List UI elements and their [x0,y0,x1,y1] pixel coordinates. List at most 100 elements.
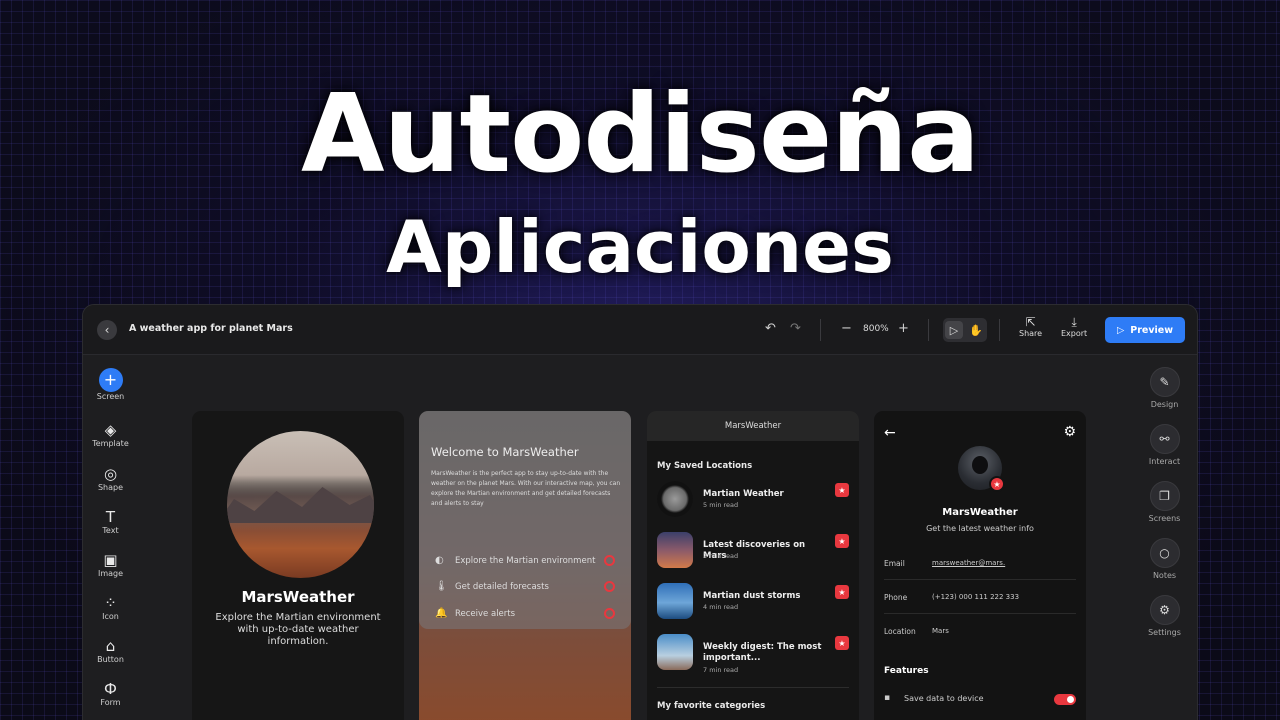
location-value: Mars [932,627,949,635]
tool-label: Template [92,439,129,448]
save-icon: ▪ [884,693,891,703]
mars-landscape-image [227,431,374,578]
preview-button[interactable]: ▷ Preview [1105,317,1185,343]
tool-label: Form [100,698,121,707]
thermometer-icon: 🌡 [435,581,448,592]
tool-template[interactable]: ◈ Template [83,421,138,448]
features-heading: Features [884,666,929,676]
feature-label: Explore the Martian environment [455,555,596,566]
zoom-out-button[interactable]: − [841,321,852,336]
panel-design[interactable]: ✎ Design [1132,367,1197,409]
star-icon: ★ [989,476,1005,492]
mode-toggle: ▷ ✋ [943,318,987,342]
welcome-title: Welcome to MarsWeather [431,445,579,459]
screen-welcome[interactable]: Welcome to MarsWeather MarsWeather is th… [419,411,631,720]
section-title: My Saved Locations [657,461,753,471]
download-icon: ⤓ [1071,315,1077,329]
form-icon: Ф [104,680,117,698]
tool-shape[interactable]: ◎ Shape [83,465,138,492]
export-label: Export [1061,329,1088,338]
radio-icon[interactable] [604,608,615,619]
hand-tool-icon[interactable]: ✋ [967,321,985,339]
back-button[interactable]: ‹ [97,320,117,340]
share-button[interactable]: ⇱ Share [1019,315,1042,338]
list-item[interactable]: Latest discoveries on Mars 2 min read ★ [657,532,849,572]
left-toolbar: + Screen ◈ Template ◎ Shape T Text ▣ Ima… [83,355,138,720]
moon-thumbnail [657,481,693,517]
list-item[interactable]: Martian dust storms 4 min read ★ [657,583,849,623]
preview-label: Preview [1130,324,1174,336]
panel-screens[interactable]: ❐ Screens [1132,481,1197,523]
panel-label: Settings [1148,628,1181,637]
editor-toolbar: ‹ A weather app for planet Mars ↶ ↷ − 80… [83,305,1197,355]
panel-notes[interactable]: ○ Notes [1132,538,1197,580]
tool-button[interactable]: ⌂ Button [83,637,138,664]
share-label: Share [1019,329,1043,338]
discovery-thumbnail [657,532,693,568]
item-title: Martian dust storms [703,591,801,601]
panel-settings[interactable]: ⚙ Settings [1132,595,1197,637]
zoom-in-button[interactable]: + [898,321,909,336]
avatar: ★ [958,446,1005,492]
toolbar-divider [820,319,821,341]
tool-screen[interactable]: + Screen [83,368,138,401]
export-button[interactable]: ⤓ Export [1061,315,1087,338]
location-label: Location [884,627,916,636]
phone-value: (+123) 000 111 222 333 [932,593,1020,601]
bookmark-icon[interactable]: ★ [835,483,849,497]
tool-image[interactable]: ▣ Image [83,551,138,578]
panel-label: Notes [1152,571,1177,580]
feature-item[interactable]: ◐ Explore the Martian environment [435,555,615,566]
image-icon: ▣ [103,551,118,569]
gear-icon[interactable]: ⚙ [1063,424,1076,440]
globe-icon: ◐ [435,555,444,566]
feature-item[interactable]: 🌡 Get detailed forecasts [435,581,615,592]
bookmark-icon[interactable]: ★ [835,585,849,599]
undo-icon[interactable]: ↶ [765,321,776,336]
screen-splash[interactable]: MarsWeather Explore the Martian environm… [192,411,404,720]
shapes-icon: ◎ [103,465,118,483]
list-item[interactable]: Martian Weather 5 min read ★ [657,481,849,521]
zoom-level[interactable]: 800% [863,324,889,334]
play-icon: ▷ [1116,324,1125,336]
panel-label: Screens [1148,514,1181,523]
layers-icon: ◈ [104,421,117,439]
radio-icon[interactable] [604,555,615,566]
toolbar-divider [999,319,1000,341]
panel-interact[interactable]: ⚯ Interact [1132,424,1197,466]
bookmark-icon[interactable]: ★ [835,534,849,548]
radio-icon[interactable] [604,581,615,592]
splash-app-name: MarsWeather [241,588,355,606]
item-title: Weekly digest: The most important... [703,642,822,663]
redo-icon[interactable]: ↷ [790,321,801,336]
cursor-icon: ⌂ [105,637,116,655]
tool-icon[interactable]: ⁘ Icon [83,594,138,621]
email-value[interactable]: marsweather@mars. [932,559,1005,567]
welcome-body: MarsWeather is the perfect app to stay u… [431,470,621,507]
feature-label: Get detailed forecasts [455,581,549,592]
list-item[interactable]: Weekly digest: The most important... 7 m… [657,634,849,674]
arrow-left-icon[interactable]: ← [884,425,896,441]
tool-label: Shape [97,483,124,492]
screen-locations[interactable]: MarsWeather My Saved Locations Martian W… [647,411,859,720]
icon-grid-icon: ⁘ [104,594,117,612]
tool-form[interactable]: Ф Form [83,680,138,707]
feature-item[interactable]: 🔔 Receive alerts [435,608,615,619]
play-mode-icon[interactable]: ▷ [945,321,963,339]
bell-icon: 🔔 [435,608,448,619]
splash-description: Explore the Martian environment with up-… [215,612,381,647]
chevron-left-icon: ‹ [104,323,110,337]
toolbar-divider [928,319,929,341]
save-data-toggle[interactable] [1054,694,1076,705]
pencil-icon: ✎ [1149,367,1180,397]
divider [884,579,1076,580]
screen-profile[interactable]: ← ⚙ ★ MarsWeather Get the latest weather… [874,411,1086,720]
text-icon: T [105,508,116,526]
headline-title: Autodiseña [301,72,980,197]
email-label: Email [884,559,905,568]
link-icon: ⚯ [1149,424,1180,454]
storm-thumbnail [657,583,693,619]
tool-text[interactable]: T Text [83,508,138,535]
tool-label: Text [102,526,119,535]
bookmark-icon[interactable]: ★ [835,636,849,650]
